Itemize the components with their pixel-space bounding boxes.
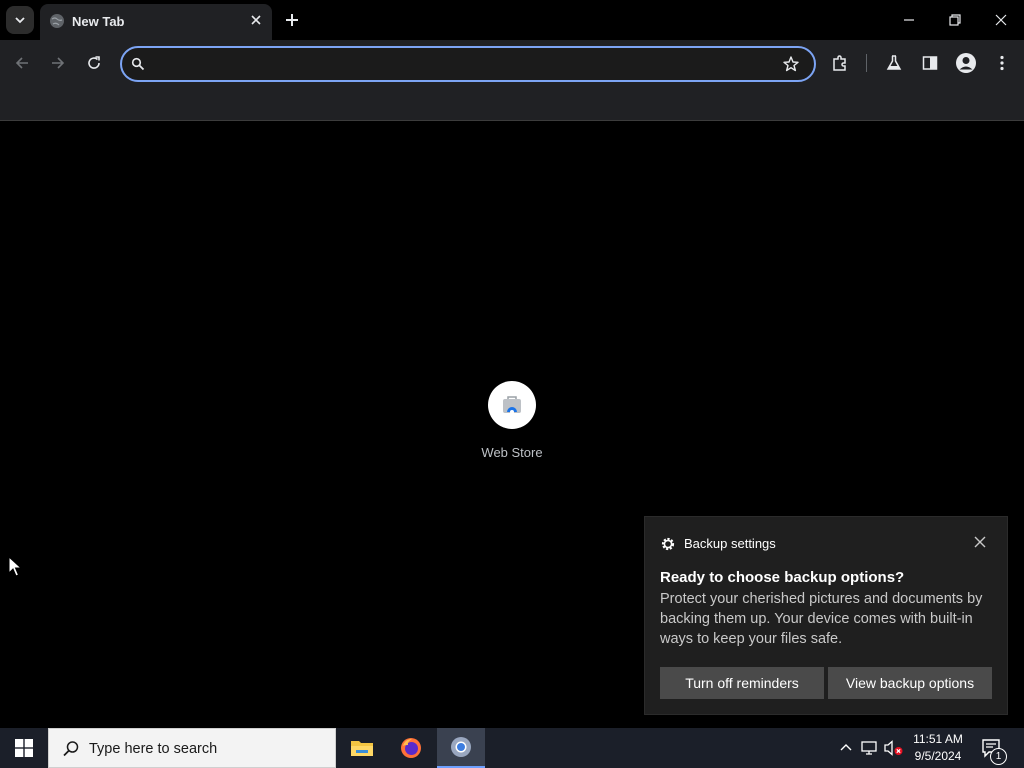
restore-button[interactable] — [932, 0, 978, 40]
forward-button[interactable] — [46, 51, 70, 75]
close-icon — [995, 14, 1007, 26]
notification-count-badge: 1 — [990, 748, 1007, 765]
clock-time: 11:51 AM — [913, 732, 963, 746]
folder-icon — [351, 741, 373, 756]
side-panel-button[interactable] — [918, 51, 942, 75]
profile-button[interactable] — [954, 51, 978, 75]
tab-new-tab[interactable]: New Tab — [40, 4, 272, 40]
taskbar-firefox[interactable] — [387, 728, 435, 768]
chevron-up-icon — [840, 744, 852, 751]
reload-button[interactable] — [82, 51, 106, 75]
tray-overflow-button[interactable] — [836, 738, 856, 758]
address-input[interactable] — [156, 52, 770, 78]
start-button[interactable] — [0, 728, 48, 768]
labs-button[interactable] — [882, 51, 906, 75]
close-window-button[interactable] — [978, 0, 1024, 40]
notification-body: Protect your cherished pictures and docu… — [660, 591, 983, 647]
bookmarks-bar — [0, 86, 1024, 121]
extensions-button[interactable] — [828, 51, 852, 75]
browser-toolbar — [0, 40, 1024, 86]
view-backup-options-button[interactable]: View backup options — [828, 667, 992, 699]
restore-icon — [949, 14, 961, 26]
tab-search-button[interactable] — [6, 6, 34, 34]
back-button[interactable] — [10, 51, 34, 75]
arrow-left-icon — [15, 57, 28, 69]
close-tab-icon[interactable] — [248, 12, 264, 28]
web-store-icon — [503, 396, 521, 414]
side-panel-icon — [922, 56, 938, 70]
arrow-right-icon — [52, 57, 65, 69]
new-tab-icon[interactable] — [282, 10, 302, 30]
chrome-icon — [451, 737, 471, 757]
search-icon — [63, 741, 79, 757]
taskbar-search-box[interactable]: Type here to search — [48, 728, 336, 768]
shortcut-tile — [488, 381, 536, 429]
taskbar: Type here to search 11:51 AM 9/5/2024 1 — [0, 728, 1024, 768]
shortcut-web-store[interactable]: Web Store — [472, 381, 552, 460]
clock-date: 9/5/2024 — [914, 749, 962, 763]
mouse-cursor-icon — [8, 556, 22, 577]
puzzle-icon — [833, 55, 846, 71]
bookmark-star-icon[interactable] — [782, 55, 800, 73]
backup-notification: Backup settings Ready to choose backup o… — [644, 516, 1008, 715]
shortcut-label: Web Store — [481, 445, 543, 460]
address-bar[interactable] — [120, 46, 816, 82]
notification-app-name: Backup settings — [684, 536, 776, 551]
search-icon — [131, 57, 145, 71]
taskbar-file-explorer[interactable] — [338, 728, 386, 768]
firefox-icon — [401, 738, 421, 758]
tray-volume[interactable] — [884, 738, 904, 758]
more-vertical-icon — [1000, 55, 1004, 71]
tab-title: New Tab — [72, 14, 125, 29]
chevron-down-icon — [15, 17, 25, 24]
tray-network[interactable] — [860, 738, 880, 758]
taskbar-search-placeholder: Type here to search — [89, 741, 218, 757]
notification-heading: Ready to choose backup options? — [660, 569, 905, 586]
minimize-button[interactable] — [886, 0, 932, 40]
taskbar-clock[interactable]: 11:51 AM 9/5/2024 — [906, 731, 970, 765]
reload-icon — [88, 56, 100, 69]
flask-icon — [886, 55, 902, 70]
gear-icon — [661, 537, 675, 551]
windows-logo-icon — [15, 739, 33, 757]
network-icon — [861, 741, 877, 755]
turn-off-reminders-button[interactable]: Turn off reminders — [660, 667, 824, 699]
taskbar-chrome[interactable] — [437, 728, 485, 768]
avatar-icon — [956, 53, 976, 73]
close-icon[interactable] — [973, 535, 987, 549]
toolbar-separator — [866, 54, 867, 72]
minimize-icon — [904, 19, 914, 21]
globe-icon — [50, 14, 64, 28]
menu-button[interactable] — [990, 51, 1014, 75]
volume-muted-icon — [884, 740, 903, 756]
title-bar: New Tab — [0, 0, 1024, 40]
